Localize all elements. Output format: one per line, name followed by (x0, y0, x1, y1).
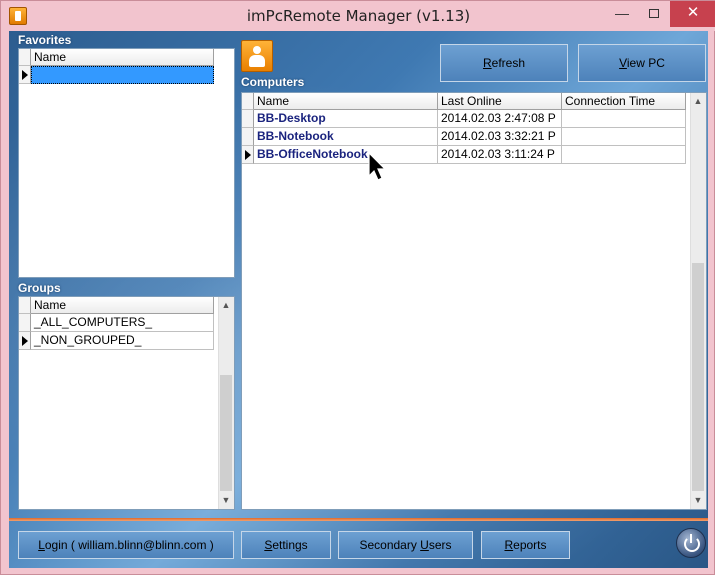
person-icon[interactable] (241, 40, 273, 72)
computer-connection-time-cell[interactable] (562, 146, 686, 164)
person-icon-body (249, 55, 265, 67)
secondary-users-accelerator: U (420, 538, 429, 552)
computer-name-cell[interactable]: BB-Notebook (254, 128, 438, 146)
title-bar[interactable]: imPcRemote Manager (v1.13) — ✕ (1, 1, 715, 31)
computers-column-last-online[interactable]: Last Online (438, 93, 562, 110)
reports-accelerator: R (504, 538, 514, 552)
computer-row-selector[interactable] (242, 128, 254, 146)
computers-scroll-thumb[interactable] (692, 263, 704, 491)
row-pointer-icon (245, 150, 251, 160)
favorites-column-name[interactable]: Name (31, 49, 214, 66)
login-button[interactable]: Login ( william.blinn@blinn.com ) (18, 531, 234, 559)
refresh-label-post: efresh (491, 56, 526, 70)
groups-row-selector[interactable] (19, 314, 31, 332)
reports-button[interactable]: Reports (481, 531, 570, 559)
maximize-icon (649, 9, 659, 18)
reports-label-post: eports (513, 538, 547, 552)
computer-name-cell[interactable]: BB-OfficeNotebook (254, 146, 438, 164)
favorites-header-corner (19, 49, 31, 66)
computers-column-name[interactable]: Name (254, 93, 438, 110)
groups-scrollbar[interactable]: ▲ ▼ (218, 297, 234, 509)
secondary-users-label-post: sers (428, 538, 452, 552)
computer-connection-time-cell[interactable] (562, 128, 686, 146)
computer-last-online-cell[interactable]: 2014.02.03 3:11:24 P (438, 146, 562, 164)
settings-label-post: ettings (272, 538, 308, 552)
client-area: Favorites Name Groups Name _ALL_COMPUTER… (9, 31, 708, 568)
computer-name-cell[interactable]: BB-Desktop (254, 110, 438, 128)
minimize-button[interactable]: — (607, 1, 637, 27)
row-pointer-icon (22, 336, 28, 346)
computer-last-online-cell[interactable]: 2014.02.03 2:47:08 P (438, 110, 562, 128)
scroll-down-icon[interactable]: ▼ (219, 492, 233, 508)
power-icon[interactable] (676, 528, 706, 558)
computer-last-online-cell[interactable]: 2014.02.03 3:32:21 P (438, 128, 562, 146)
favorites-label: Favorites (18, 33, 72, 47)
group-row[interactable]: _ALL_COMPUTERS_ (31, 314, 214, 332)
row-pointer-icon (22, 70, 28, 80)
groups-grid[interactable]: Name _ALL_COMPUTERS_ _NON_GROUPED_ ▲ ▼ (18, 296, 235, 510)
favorites-row[interactable] (31, 66, 214, 84)
secondary-users-button[interactable]: Secondary Users (338, 531, 473, 559)
maximize-button[interactable] (639, 1, 669, 27)
computers-grid[interactable]: Name Last Online Connection Time BB-Desk… (241, 92, 707, 510)
scroll-up-icon[interactable]: ▲ (691, 93, 705, 109)
scroll-up-icon[interactable]: ▲ (219, 297, 233, 313)
group-row[interactable]: _NON_GROUPED_ (31, 332, 214, 350)
mouse-cursor-icon (368, 152, 387, 181)
footer-separator (9, 518, 708, 521)
app-window: imPcRemote Manager (v1.13) — ✕ Favorites… (0, 0, 715, 575)
computer-row-selector[interactable] (242, 146, 254, 164)
secondary-users-label-pre: Secondary (359, 538, 421, 552)
login-accelerator: L (38, 538, 45, 552)
close-button[interactable]: ✕ (670, 1, 715, 27)
view-pc-label-post: iew PC (626, 56, 665, 70)
groups-row-selector[interactable] (19, 332, 31, 350)
groups-header-corner (19, 297, 31, 314)
groups-label: Groups (18, 281, 61, 295)
computers-header-corner (242, 93, 254, 110)
login-label-post: ogin ( william.blinn@blinn.com ) (44, 538, 214, 552)
person-icon-head (253, 46, 261, 54)
groups-column-name[interactable]: Name (31, 297, 214, 314)
computers-label: Computers (241, 75, 305, 89)
computer-row-selector[interactable] (242, 110, 254, 128)
view-pc-accelerator: V (619, 56, 627, 70)
computers-scrollbar[interactable]: ▲ ▼ (690, 93, 706, 509)
favorites-row-selector[interactable] (19, 66, 31, 84)
scroll-down-icon[interactable]: ▼ (691, 492, 705, 508)
computer-connection-time-cell[interactable] (562, 110, 686, 128)
favorites-grid[interactable]: Name (18, 48, 235, 278)
settings-button[interactable]: Settings (241, 531, 331, 559)
refresh-accelerator: R (482, 56, 492, 70)
computers-column-connection-time[interactable]: Connection Time (562, 93, 686, 110)
refresh-button[interactable]: Refresh (440, 44, 568, 82)
groups-scroll-thumb[interactable] (220, 375, 232, 491)
view-pc-button[interactable]: View PC (578, 44, 706, 82)
